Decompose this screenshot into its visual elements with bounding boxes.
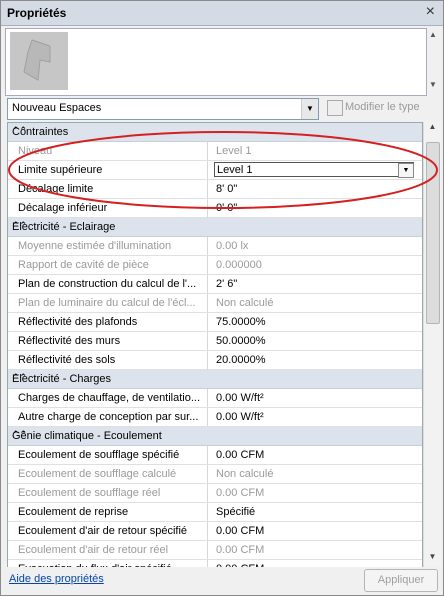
- chevron-down-icon[interactable]: ▼: [398, 163, 414, 178]
- property-value: 0.00 CFM: [216, 487, 265, 499]
- property-value: Non calculé: [216, 468, 274, 480]
- property-value: Level 1: [216, 145, 252, 157]
- property-value[interactable]: 0.00 CFM: [216, 446, 264, 464]
- property-value: 0.000000: [216, 259, 262, 271]
- property-name: Rapport de cavité de pièce: [8, 256, 208, 274]
- grid-scrollbar[interactable]: ▲ ▼: [423, 122, 441, 568]
- scroll-thumb[interactable]: [426, 142, 440, 324]
- scroll-down-icon[interactable]: ▼: [424, 552, 441, 568]
- property-name: Ecoulement de soufflage spécifié: [8, 446, 208, 464]
- property-row[interactable]: Ecoulement de soufflage spécifié 0.00 CFM: [8, 446, 422, 465]
- property-row[interactable]: Ecoulement de reprise Spécifié: [8, 503, 422, 522]
- property-name: Ecoulement d'air de retour réel: [8, 541, 208, 559]
- property-row: Ecoulement d'air de retour réel 0.00 CFM: [8, 541, 422, 560]
- property-row[interactable]: Autre charge de conception par sur... 0.0…: [8, 408, 422, 427]
- type-selector[interactable]: Nouveau Espaces ▼: [7, 98, 319, 120]
- property-row: Rapport de cavité de pièce 0.000000: [8, 256, 422, 275]
- property-name: Limite supérieure: [8, 161, 208, 179]
- property-row[interactable]: Décalage inférieur 0' 0": [8, 199, 422, 218]
- property-value[interactable]: 0.00 CFM: [216, 522, 264, 540]
- property-value[interactable]: 0.00 W/ft²: [216, 389, 264, 407]
- property-name: Moyenne estimée d'illumination: [8, 237, 208, 255]
- footer: Aide des propriétés Appliquer: [1, 567, 443, 595]
- property-value[interactable]: 0.00 W/ft²: [216, 408, 264, 426]
- property-row[interactable]: Réflectivité des murs 50.0000%: [8, 332, 422, 351]
- property-row[interactable]: Décalage limite 8' 0": [8, 180, 422, 199]
- chevron-down-icon[interactable]: ▼: [301, 99, 318, 119]
- space-icon: [23, 39, 51, 81]
- scroll-up-icon[interactable]: ▲: [427, 30, 439, 39]
- property-row[interactable]: Réflectivité des sols 20.0000%: [8, 351, 422, 370]
- property-name: Ecoulement de reprise: [8, 503, 208, 521]
- collapse-icon[interactable]: ⌃⌃: [12, 372, 414, 383]
- property-value: 0.00 lx: [216, 240, 249, 252]
- properties-window: Propriétés × ▲ ▼ Nouveau Espaces ▼ Modif…: [0, 0, 444, 596]
- property-name: Réflectivité des sols: [8, 351, 208, 369]
- property-row: Moyenne estimée d'illumination 0.00 lx: [8, 237, 422, 256]
- scroll-up-icon[interactable]: ▲: [424, 122, 441, 138]
- property-row: Ecoulement de soufflage calculé Non calcu…: [8, 465, 422, 484]
- property-value[interactable]: 75.0000%: [216, 313, 266, 331]
- property-name: Décalage inférieur: [8, 199, 208, 217]
- property-name: Plan de luminaire du calcul de l'écl...: [8, 294, 208, 312]
- property-name: Réflectivité des plafonds: [8, 313, 208, 331]
- property-name: Niveau: [8, 142, 208, 160]
- property-row: Plan de luminaire du calcul de l'écl... N…: [8, 294, 422, 313]
- property-value[interactable]: Spécifié: [216, 503, 255, 521]
- close-icon[interactable]: ×: [426, 3, 435, 21]
- category-header[interactable]: Electricité - Eclairage ⌃⌃: [8, 218, 422, 237]
- property-name: Ecoulement de soufflage calculé: [8, 465, 208, 483]
- type-preview: [5, 28, 427, 96]
- category-header[interactable]: Electricité - Charges ⌃⌃: [8, 370, 422, 389]
- property-row[interactable]: Limite supérieure Level 1 ▼: [8, 161, 422, 180]
- collapse-icon[interactable]: ⌃⌃: [12, 429, 414, 440]
- window-title: Propriétés: [7, 6, 67, 20]
- collapse-icon[interactable]: ⌃⌃: [12, 220, 414, 231]
- property-name: Réflectivité des murs: [8, 332, 208, 350]
- type-selector-value: Nouveau Espaces: [12, 102, 102, 114]
- property-name: Charges de chauffage, de ventilatio...: [8, 389, 208, 407]
- preview-scrollbar[interactable]: ▲ ▼: [427, 28, 439, 94]
- scroll-down-icon[interactable]: ▼: [427, 80, 439, 89]
- category-header[interactable]: Contraintes ⌃⌃: [8, 123, 422, 142]
- property-row[interactable]: Charges de chauffage, de ventilatio... 0.…: [8, 389, 422, 408]
- property-name: Ecoulement d'air de retour spécifié: [8, 522, 208, 540]
- edit-type-icon: [327, 100, 343, 116]
- property-row: Niveau Level 1: [8, 142, 422, 161]
- property-value: 0.00 CFM: [216, 544, 265, 556]
- property-value: Non calculé: [216, 297, 274, 309]
- property-row[interactable]: Ecoulement d'air de retour spécifié 0.00 …: [8, 522, 422, 541]
- property-row[interactable]: Réflectivité des plafonds 75.0000%: [8, 313, 422, 332]
- category-header[interactable]: Génie climatique - Ecoulement ⌃⌃: [8, 427, 422, 446]
- property-value[interactable]: 50.0000%: [216, 332, 266, 350]
- edit-type-label: Modifier le type: [345, 101, 420, 113]
- edit-type-button[interactable]: Modifier le type: [325, 98, 437, 118]
- properties-grid: Contraintes ⌃⌃ Niveau Level 1 Limite supérie…: [7, 122, 423, 570]
- space-type-thumbnail: [10, 32, 68, 90]
- apply-button[interactable]: Appliquer: [364, 569, 438, 592]
- property-value[interactable]: 2' 6": [216, 275, 237, 293]
- property-value[interactable]: 20.0000%: [216, 351, 266, 369]
- collapse-icon[interactable]: ⌃⌃: [12, 125, 414, 136]
- property-name: Décalage limite: [8, 180, 208, 198]
- property-row[interactable]: Plan de construction du calcul de l'... 2…: [8, 275, 422, 294]
- property-name: Ecoulement de soufflage réel: [8, 484, 208, 502]
- property-value[interactable]: 8' 0": [216, 180, 237, 198]
- property-name: Plan de construction du calcul de l'...: [8, 275, 208, 293]
- property-row: Ecoulement de soufflage réel 0.00 CFM: [8, 484, 422, 503]
- help-link[interactable]: Aide des propriétés: [9, 573, 104, 585]
- property-value-dropdown[interactable]: Level 1: [214, 162, 414, 177]
- title-bar: Propriétés ×: [1, 1, 443, 26]
- property-name: Autre charge de conception par sur...: [8, 408, 208, 426]
- property-value[interactable]: 0' 0": [216, 199, 237, 217]
